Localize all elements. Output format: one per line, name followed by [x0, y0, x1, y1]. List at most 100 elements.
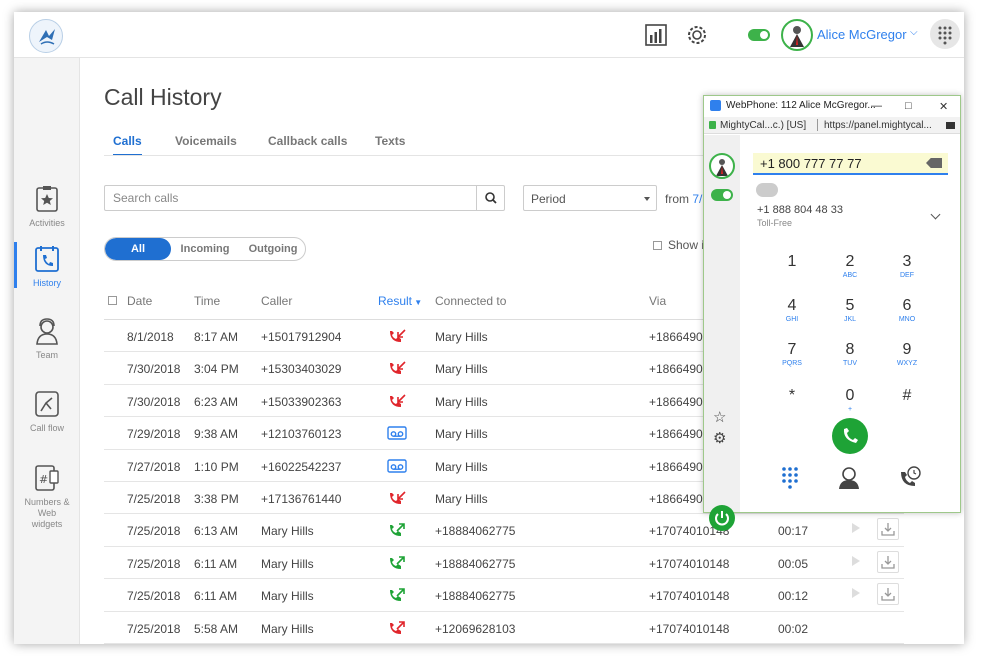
tab-calls[interactable]: Calls	[113, 134, 142, 156]
user-menu-chevron-icon[interactable]: ⌵	[910, 27, 918, 38]
cell-time: 6:11 AM	[194, 589, 238, 604]
recent-calls-tab-icon[interactable]	[897, 464, 923, 490]
status-toggle[interactable]	[748, 29, 770, 41]
webphone-status-toggle[interactable]	[711, 189, 733, 201]
cell-date: 7/27/2018	[127, 459, 181, 474]
caller-id-chevron-icon[interactable]	[930, 209, 941, 220]
upload-icon[interactable]	[756, 183, 778, 197]
dialpad-icon[interactable]	[930, 19, 960, 49]
user-avatar[interactable]	[781, 19, 813, 51]
key-digit: 1	[787, 253, 797, 270]
cell-date: 7/25/2018	[127, 621, 181, 636]
reports-icon[interactable]	[643, 22, 669, 48]
cell-duration: 00:05	[778, 556, 809, 571]
table-row[interactable]: 7/25/2018 6:11 AM Mary Hills +18884062775 +1…	[104, 579, 904, 612]
select-all-checkbox[interactable]	[108, 296, 117, 305]
header-caller[interactable]: Caller	[261, 294, 292, 308]
cell-via: +17074010148	[649, 621, 730, 636]
caller-id-number[interactable]: +1 888 804 48 33	[757, 204, 843, 216]
header-date[interactable]: Date	[127, 294, 152, 308]
webphone-app-icon	[710, 100, 721, 111]
tab-callback-calls[interactable]: Callback calls	[268, 134, 347, 148]
period-select[interactable]: Period	[523, 185, 657, 211]
dial-number-input[interactable]: +1 800 777 77 77	[753, 153, 948, 175]
cell-via: +18664905	[649, 330, 710, 344]
table-row[interactable]: 7/25/2018 6:13 AM Mary Hills +18884062775 +1…	[104, 514, 904, 547]
key-letters: JKL	[843, 316, 857, 323]
filter-outgoing-button[interactable]: Outgoing	[239, 238, 305, 260]
download-icon[interactable]	[877, 550, 899, 573]
dialpad-tab-icon[interactable]	[777, 464, 803, 490]
call-button[interactable]	[832, 418, 868, 454]
numbers-icon: #	[35, 465, 59, 491]
sidebar-item-numbers[interactable]: # Numbers & Web widgets	[14, 463, 80, 530]
sidebar-item-activities[interactable]: Activities	[14, 184, 80, 228]
sidebar-item-team[interactable]: Team	[14, 316, 80, 360]
favorites-icon[interactable]: ☆	[713, 408, 726, 426]
play-recording-icon[interactable]	[852, 588, 860, 599]
show-checkbox[interactable]	[653, 241, 662, 251]
settings-icon[interactable]	[684, 22, 710, 48]
dialpad-key[interactable]: 5 JKL	[830, 297, 870, 323]
url-text[interactable]: https://panel.mightycal...	[824, 120, 932, 131]
sidebar-item-history[interactable]: History	[14, 244, 80, 288]
from-date-link[interactable]: 7/	[692, 192, 702, 206]
cell-connected-to: Mary Hills	[435, 459, 488, 474]
filter-incoming-button[interactable]: Incoming	[171, 238, 239, 260]
key-digit: 0	[845, 387, 855, 404]
dialpad-key[interactable]: 4 GHI	[772, 297, 812, 323]
user-name[interactable]: Alice McGregor	[817, 27, 907, 42]
history-icon	[35, 246, 59, 272]
play-recording-icon[interactable]	[852, 555, 860, 566]
dialpad-key[interactable]: 1	[772, 253, 812, 272]
webphone-settings-icon[interactable]: ⚙	[713, 429, 726, 447]
key-digit: 2	[845, 253, 855, 270]
cell-date: 7/29/2018	[127, 427, 181, 442]
search-button[interactable]	[476, 186, 504, 210]
dialpad-key[interactable]: *	[772, 387, 812, 406]
backspace-icon[interactable]	[926, 158, 942, 168]
app-logo[interactable]	[29, 19, 63, 53]
download-icon[interactable]	[877, 518, 899, 541]
header-time[interactable]: Time	[194, 294, 220, 308]
minimize-button[interactable]: —	[871, 100, 882, 112]
sidebar: Activities History Team Call flow # Numb…	[14, 58, 80, 644]
dialpad-key[interactable]: #	[887, 387, 927, 406]
play-recording-icon[interactable]	[852, 523, 860, 534]
webphone-avatar[interactable]	[709, 153, 735, 179]
search-input[interactable]	[105, 186, 475, 210]
table-row[interactable]: 7/25/2018 6:11 AM Mary Hills +18884062775 +1…	[104, 547, 904, 580]
maximize-button[interactable]: □	[905, 100, 912, 112]
header-via[interactable]: Via	[649, 294, 666, 308]
sidebar-item-call-flow[interactable]: Call flow	[14, 389, 80, 433]
webphone-sidebar: ☆ ⚙	[704, 135, 740, 531]
download-icon[interactable]	[877, 583, 899, 606]
table-row[interactable]: 7/25/2018 5:58 AM Mary Hills +12069628103 +1…	[104, 612, 904, 644]
key-digit: 4	[787, 297, 797, 314]
search-icon	[485, 192, 497, 204]
key-digit: 6	[902, 297, 912, 314]
contacts-tab-icon[interactable]	[836, 464, 862, 490]
tab-texts[interactable]: Texts	[375, 134, 405, 148]
filter-all-button[interactable]: All	[105, 238, 171, 260]
dialpad-key[interactable]: 9 WXYZ	[887, 341, 927, 367]
close-button[interactable]: ✕	[939, 100, 948, 113]
cell-via: +18664905	[649, 427, 710, 442]
dialpad-key[interactable]: 3 DEF	[887, 253, 927, 279]
cell-via: +17074010148	[649, 556, 730, 571]
tab-voicemails[interactable]: Voicemails	[175, 134, 237, 148]
dialpad-key[interactable]: 0 +	[830, 387, 870, 413]
dialpad-key[interactable]: 2 ABC	[830, 253, 870, 279]
key-digit: 5	[845, 297, 855, 314]
page-title: Call History	[104, 84, 222, 110]
dialpad-key[interactable]: 7 PQRS	[772, 341, 812, 367]
cell-date: 7/25/2018	[127, 524, 181, 539]
cell-connected-to: Mary Hills	[435, 362, 488, 377]
header-connected-to[interactable]: Connected to	[435, 294, 506, 308]
cell-time: 3:04 PM	[194, 362, 239, 377]
power-button[interactable]	[709, 505, 735, 531]
dialpad-key[interactable]: 8 TUV	[830, 341, 870, 367]
dialpad-key[interactable]: 6 MNO	[887, 297, 927, 323]
header-result[interactable]: Result ▼	[378, 294, 422, 308]
caret-down-icon	[644, 197, 650, 201]
